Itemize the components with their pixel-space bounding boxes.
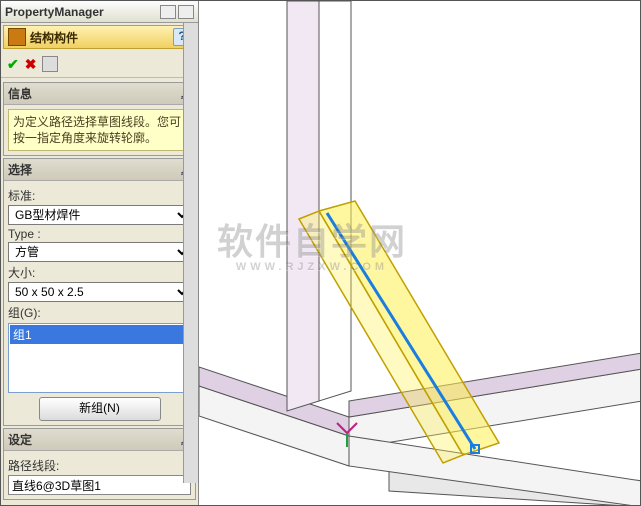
structural-member-icon [8, 28, 26, 46]
type-combo[interactable]: 方管 [8, 242, 191, 262]
beam-right-front [349, 436, 640, 505]
settings-header-text: 设定 [8, 431, 32, 448]
group-item-selected[interactable]: 组1 [10, 325, 189, 344]
graphics-viewport[interactable]: 软件自学网 WWW.RJZXW.COM [199, 1, 640, 505]
new-group-button[interactable]: 新组(N) [39, 397, 161, 421]
property-manager-panel: PropertyManager 结构构件 ? ✔ ✖ 信息 ︽ [1, 1, 199, 505]
standard-label: 标准: [8, 187, 191, 204]
info-header-text: 信息 [8, 85, 32, 102]
info-message: 为定义路径选择草图线段。您可按一指定角度来旋转轮廓。 [8, 109, 191, 151]
feature-title-text: 结构构件 [30, 29, 173, 46]
select-section: 选择 ︽ 标准: GB型材焊件 Type : 方管 大小: 50 x 50 x … [3, 158, 196, 426]
select-header[interactable]: 选择 ︽ [4, 159, 195, 181]
cancel-button[interactable]: ✖ [25, 56, 37, 73]
panel-scroll: 信息 ︽ 为定义路径选择草图线段。您可按一指定角度来旋转轮廓。 选择 ︽ 标准:… [1, 78, 198, 505]
ok-button[interactable]: ✔ [7, 56, 19, 73]
pushpin-icon[interactable] [42, 56, 58, 72]
command-bar: ✔ ✖ [1, 51, 198, 78]
type-label: Type : [8, 227, 191, 241]
path-label: 路径线段: [8, 457, 191, 474]
select-header-text: 选择 [8, 161, 32, 178]
settings-section: 设定 ︽ 路径线段: [3, 428, 196, 500]
pm-split-icon[interactable] [160, 5, 176, 19]
feature-header: 结构构件 ? [3, 25, 196, 49]
settings-header[interactable]: 设定 ︽ [4, 429, 195, 451]
group-listbox[interactable]: 组1 [8, 323, 191, 393]
panel-scrollbar[interactable] [183, 23, 198, 483]
size-combo[interactable]: 50 x 50 x 2.5 [8, 282, 191, 302]
pm-title-text: PropertyManager [5, 5, 160, 19]
size-label: 大小: [8, 264, 191, 281]
path-segment-field[interactable] [8, 475, 191, 495]
info-section: 信息 ︽ 为定义路径选择草图线段。您可按一指定角度来旋转轮廓。 [3, 82, 196, 156]
group-label: 组(G): [8, 304, 191, 321]
info-header[interactable]: 信息 ︽ [4, 83, 195, 105]
standard-combo[interactable]: GB型材焊件 [8, 205, 191, 225]
pm-titlebar: PropertyManager [1, 1, 198, 23]
pm-close-icon[interactable] [178, 5, 194, 19]
